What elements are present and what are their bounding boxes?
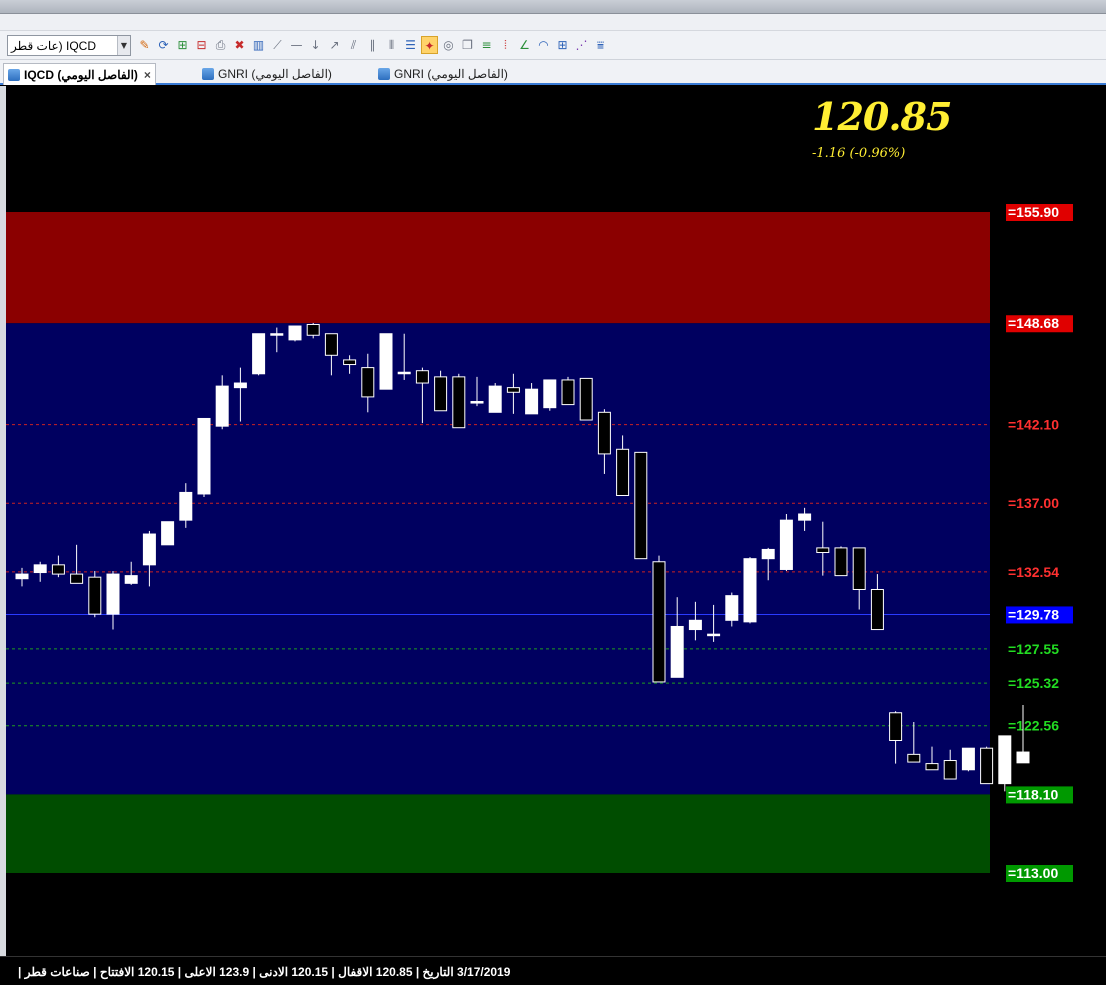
level-label: =113.00: [1008, 865, 1058, 881]
candle-body: [597, 411, 611, 455]
candle-body: [270, 333, 284, 336]
candle-body: [506, 387, 520, 393]
candle-body: [252, 333, 266, 375]
candle-body: [415, 370, 429, 384]
candle-body: [106, 573, 120, 615]
candle-body: [70, 573, 84, 584]
candle-body: [652, 561, 666, 683]
level-label: =122.56: [1008, 718, 1059, 734]
candle-body: [834, 547, 848, 577]
candle-body: [233, 382, 247, 389]
candle-body: [907, 753, 921, 763]
candle-body: [852, 547, 866, 590]
candle-body: [15, 573, 29, 580]
candle-body: [961, 747, 975, 771]
candle-body: [179, 491, 193, 521]
level-label: =137.00: [1008, 495, 1059, 511]
candle-body: [634, 451, 648, 560]
candle-body: [561, 379, 575, 406]
candle-body: [798, 513, 812, 521]
candle-body: [288, 325, 302, 341]
level-label: =155.90: [1008, 204, 1059, 220]
level-label: =142.10: [1008, 417, 1059, 433]
candle-body: [215, 385, 229, 427]
candle-body: [616, 448, 630, 497]
level-label: =148.68: [1008, 315, 1059, 331]
candle-body: [779, 519, 793, 570]
candle-body: [980, 747, 994, 785]
candle-body: [397, 371, 411, 375]
level-label: =129.78: [1008, 606, 1059, 622]
candle-body: [361, 367, 375, 398]
candle-body: [33, 564, 47, 574]
price-change: -1.16 (-0.96%): [812, 146, 906, 161]
price-chart[interactable]: =155.90 =148.68 =142.10 =137.00 =132.54 =129.…: [0, 0, 1106, 985]
candle-body: [998, 735, 1012, 785]
candle-body: [161, 521, 175, 546]
candle-body: [943, 760, 957, 780]
candle-body: [543, 379, 557, 409]
candle-body: [816, 547, 830, 554]
candle-body: [124, 575, 138, 584]
candle-body: [889, 712, 903, 741]
candle-body: [925, 763, 939, 771]
candle-body: [1016, 751, 1030, 764]
candle-body: [579, 377, 593, 421]
candle-body: [51, 564, 65, 575]
candle-body: [670, 625, 684, 678]
candle-body: [761, 548, 775, 560]
level-label: =118.10: [1008, 786, 1058, 802]
candle-body: [488, 385, 502, 413]
candle-body: [688, 619, 702, 631]
last-price: 120.85: [812, 94, 952, 139]
candle-body: [452, 376, 466, 429]
candle-body: [379, 333, 393, 390]
candle-body: [870, 588, 884, 631]
candle-body: [725, 595, 739, 621]
candle-body: [470, 401, 484, 404]
candle-body: [707, 633, 721, 637]
level-label: =132.54: [1008, 564, 1059, 580]
candle-body: [525, 388, 539, 415]
level-label: =127.55: [1008, 641, 1059, 657]
candle-body: [306, 323, 320, 336]
candle-body: [343, 359, 357, 366]
zone-band: [6, 212, 990, 324]
zone-band: [6, 794, 990, 873]
candle-body: [324, 333, 338, 356]
status-text: 3/17/2019 التاريخ | 120.85 الاقفال | 120…: [18, 965, 511, 979]
candle-body: [743, 558, 757, 623]
level-label: =125.32: [1008, 675, 1059, 691]
candle-body: [434, 376, 448, 412]
candle-body: [197, 417, 211, 495]
candle-body: [88, 576, 102, 615]
candle-body: [142, 533, 156, 566]
status-bar: 3/17/2019 التاريخ | 120.85 الاقفال | 120…: [0, 956, 1106, 985]
